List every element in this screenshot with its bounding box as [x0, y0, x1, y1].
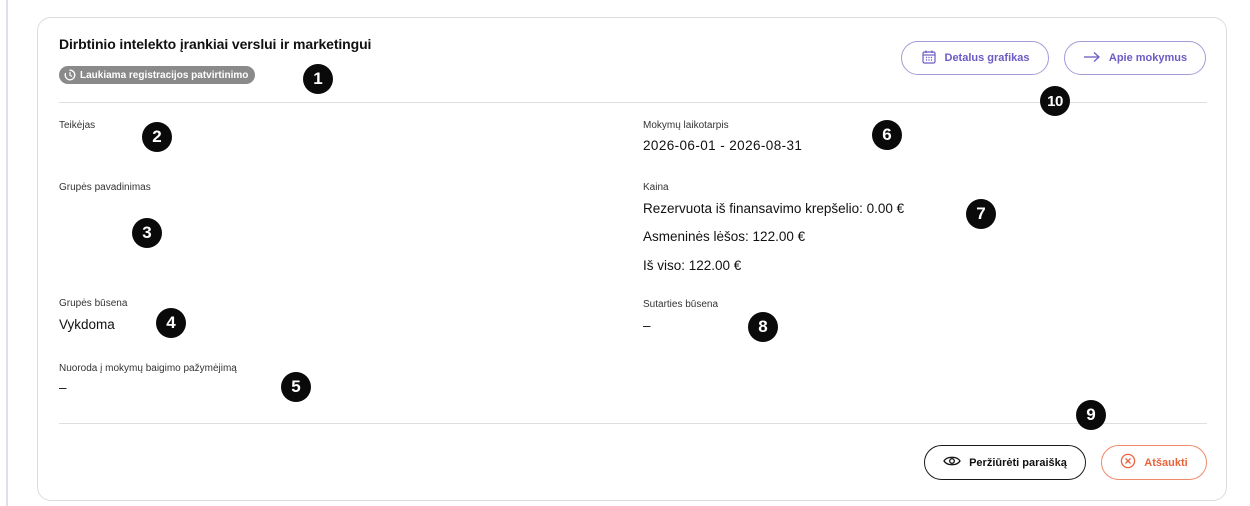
cancel-label: Atšaukti [1144, 456, 1188, 469]
annotation-marker-3: 3 [132, 218, 162, 248]
period-value: 2026-06-01 - 2026-08-31 [643, 138, 803, 153]
contract-status-value: – [643, 318, 651, 333]
calendar-icon [921, 49, 937, 68]
status-badge-label: Laukiama registracijos patvirtinimo [80, 69, 249, 81]
cancel-button[interactable]: Atšaukti [1101, 445, 1207, 480]
period-label: Mokymų laikotarpis [643, 120, 729, 131]
view-application-label: Peržiūrėti paraišką [969, 456, 1067, 469]
certificate-link-label: Nuoroda į mokymų baigimo pažymėjimą [59, 363, 237, 374]
course-title: Dirbtinio intelekto įrankiai verslui ir … [59, 36, 372, 52]
annotation-marker-10: 10 [1040, 86, 1070, 116]
x-circle-icon [1120, 453, 1136, 472]
eye-icon [943, 455, 961, 470]
annotation-marker-6: 6 [872, 120, 902, 150]
price-personal: Asmeninės lėšos: 122.00 € [643, 229, 806, 244]
price-label: Kaina [643, 182, 669, 193]
footer-divider [59, 423, 1207, 424]
arrow-right-icon [1083, 51, 1101, 66]
about-training-label: Apie mokymus [1108, 52, 1188, 64]
annotation-marker-7: 7 [966, 199, 996, 229]
annotation-marker-8: 8 [748, 312, 778, 342]
view-application-button[interactable]: Peržiūrėti paraišką [924, 445, 1086, 480]
group-status-value: Vykdoma [59, 317, 115, 332]
provider-label: Teikėjas [59, 120, 96, 131]
price-reserved: Rezervuota iš finansavimo krepšelio: 0.0… [643, 201, 905, 216]
annotation-marker-2: 2 [142, 122, 172, 152]
page-left-border [6, 0, 8, 506]
clock-pending-icon [64, 69, 76, 81]
status-badge: Laukiama registracijos patvirtinimo [59, 66, 256, 84]
group-name-label: Grupės pavadinimas [59, 182, 151, 193]
annotation-marker-9: 9 [1076, 400, 1106, 430]
annotation-marker-1: 1 [303, 64, 333, 94]
detailed-schedule-button[interactable]: Detalus grafikas [901, 41, 1049, 75]
annotation-marker-5: 5 [281, 372, 311, 402]
group-status-label: Grupės būsena [59, 298, 128, 309]
contract-status-label: Sutarties būsena [643, 299, 719, 310]
detailed-schedule-label: Detalus grafikas [944, 52, 1030, 64]
certificate-link-value: – [59, 380, 67, 395]
header-divider [59, 102, 1207, 103]
price-total: Iš viso: 122.00 € [643, 258, 742, 273]
annotation-marker-4: 4 [156, 308, 186, 338]
about-training-button[interactable]: Apie mokymus [1064, 41, 1206, 75]
